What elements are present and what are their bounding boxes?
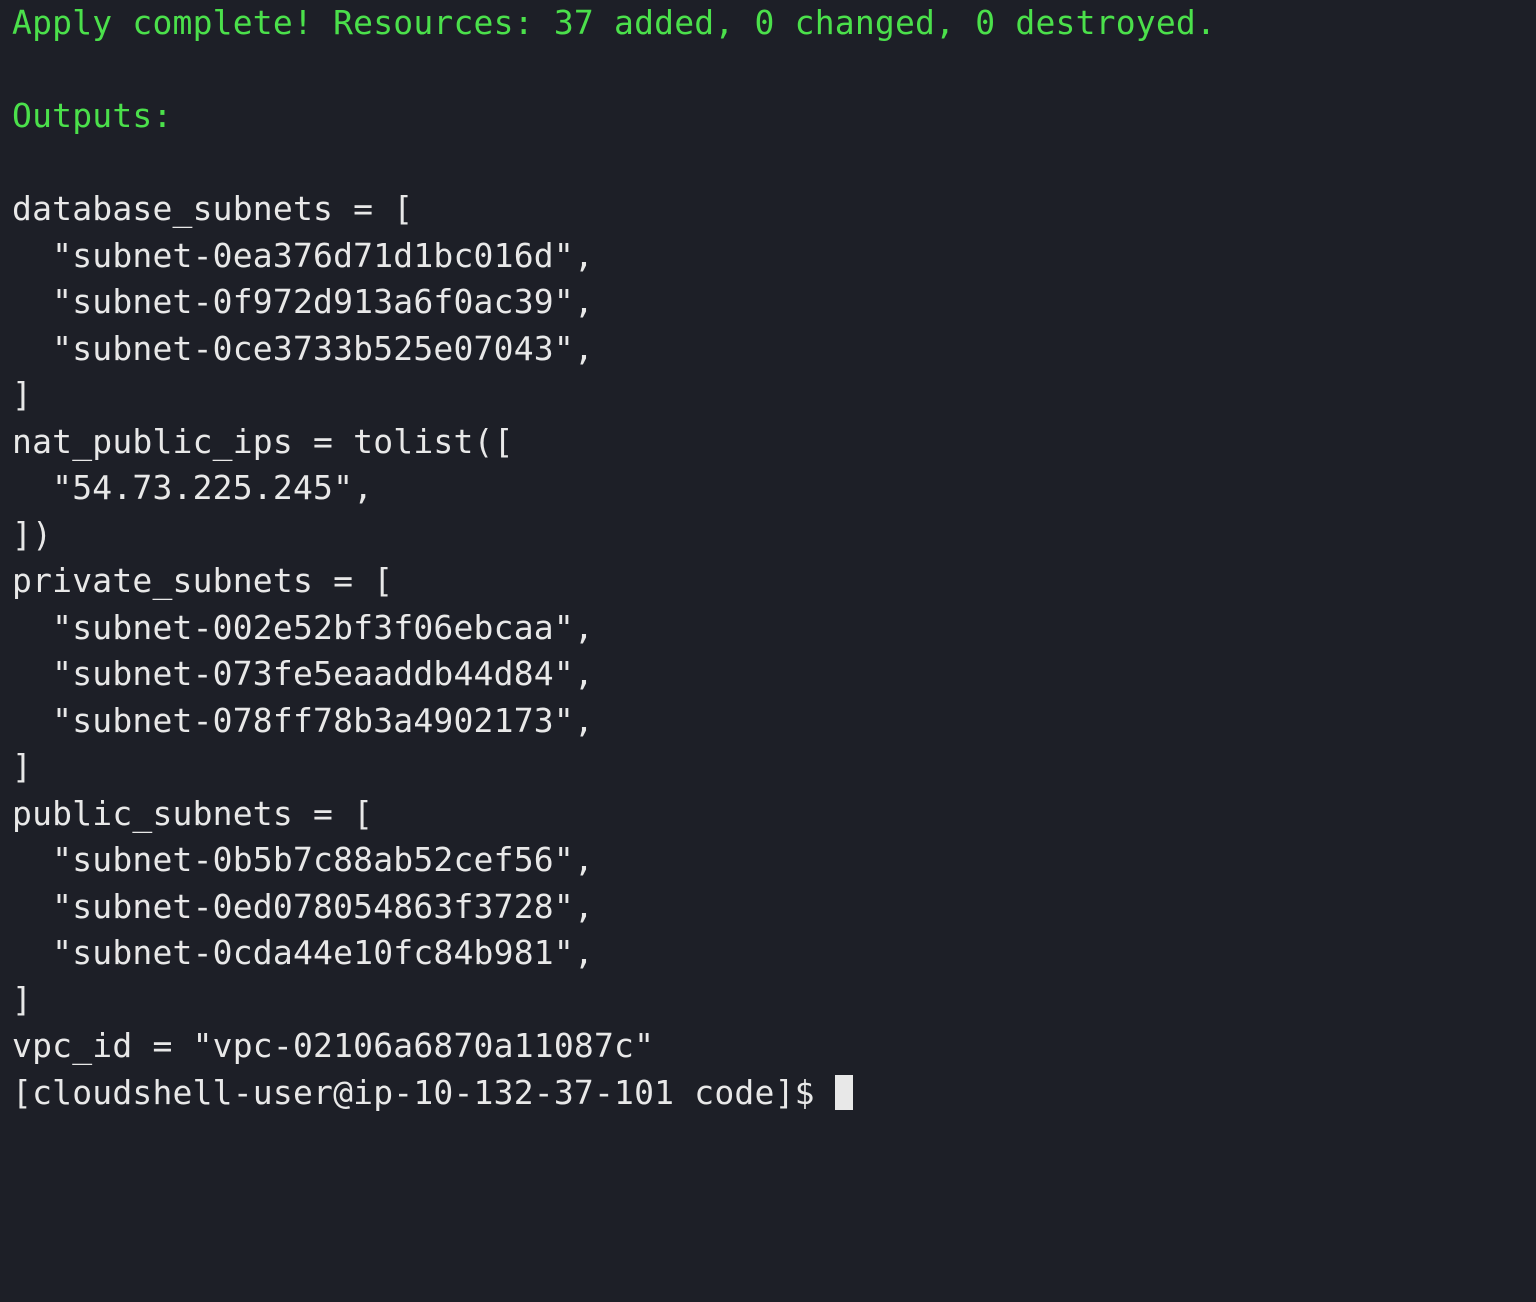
cursor[interactable] — [835, 1075, 853, 1110]
apply-summary-line: Apply complete! Resources: 37 added, 0 c… — [12, 3, 1216, 42]
nat-public-ips-item: "54.73.225.245", — [12, 468, 373, 507]
private-subnets-item: "subnet-073fe5eaaddb44d84", — [12, 654, 594, 693]
terminal-output[interactable]: Apply complete! Resources: 37 added, 0 c… — [0, 0, 1536, 1116]
private-subnets-close: ] — [12, 747, 32, 786]
public-subnets-item: "subnet-0cda44e10fc84b981", — [12, 933, 594, 972]
shell-prompt: [cloudshell-user@ip-10-132-37-101 code]$ — [12, 1073, 835, 1112]
database-subnets-open: database_subnets = [ — [12, 189, 413, 228]
public-subnets-close: ] — [12, 980, 32, 1019]
nat-public-ips-close: ]) — [12, 515, 52, 554]
public-subnets-item: "subnet-0b5b7c88ab52cef56", — [12, 840, 594, 879]
database-subnets-close: ] — [12, 375, 32, 414]
nat-public-ips-open: nat_public_ips = tolist([ — [12, 422, 514, 461]
public-subnets-item: "subnet-0ed078054863f3728", — [12, 887, 594, 926]
vpc-id-line: vpc_id = "vpc-02106a6870a11087c" — [12, 1026, 654, 1065]
private-subnets-item: "subnet-002e52bf3f06ebcaa", — [12, 608, 594, 647]
database-subnets-item: "subnet-0ce3733b525e07043", — [12, 329, 594, 368]
public-subnets-open: public_subnets = [ — [12, 794, 373, 833]
database-subnets-item: "subnet-0ea376d71d1bc016d", — [12, 236, 594, 275]
private-subnets-item: "subnet-078ff78b3a4902173", — [12, 701, 594, 740]
database-subnets-item: "subnet-0f972d913a6f0ac39", — [12, 282, 594, 321]
outputs-header: Outputs: — [12, 96, 173, 135]
private-subnets-open: private_subnets = [ — [12, 561, 393, 600]
